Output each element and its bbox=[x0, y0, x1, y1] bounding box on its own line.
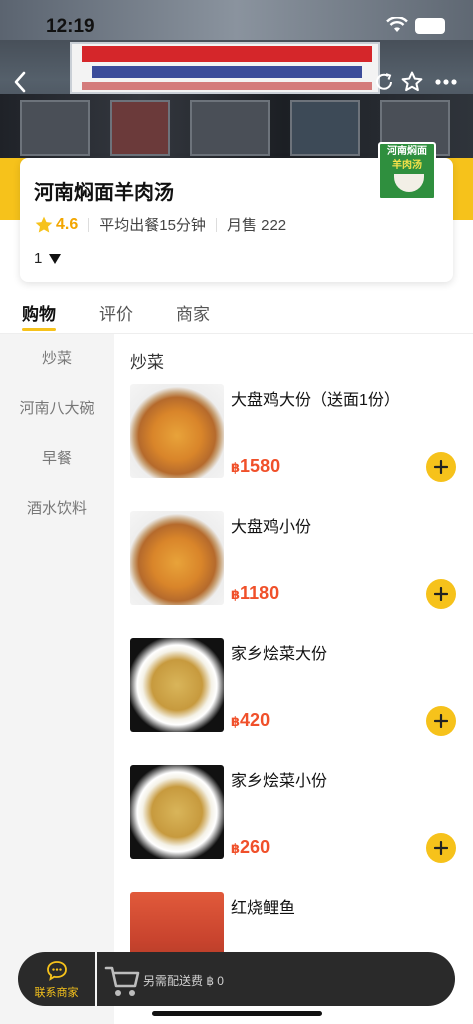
monthly-sales: 月售 222 bbox=[226, 217, 287, 234]
tab-active-indicator bbox=[22, 328, 56, 331]
sidebar-item-henan-bowls[interactable]: 河南八大碗 bbox=[0, 384, 114, 434]
shop-rating: 4.6 bbox=[56, 215, 79, 233]
more-dots-icon bbox=[435, 79, 457, 85]
sidebar-item-drinks[interactable]: 酒水饮料 bbox=[0, 484, 114, 534]
cart-bar[interactable]: 另需配送费 ฿ 0 bbox=[97, 952, 455, 1006]
cart-icon bbox=[104, 966, 140, 996]
app-root: 12:19 河南焖面羊肉汤 4.6 平均出餐15分钟 月售 222 1 河南焖面… bbox=[0, 0, 473, 1024]
dish-item[interactable]: 大盘鸡小份 ฿1180 bbox=[130, 511, 473, 631]
caret-down-icon bbox=[49, 253, 62, 264]
add-to-cart-button[interactable] bbox=[426, 833, 456, 863]
dish-price: ฿420 bbox=[231, 710, 271, 730]
tab-merchant[interactable]: 商家 bbox=[176, 300, 210, 325]
battery-icon bbox=[415, 18, 445, 34]
add-to-cart-button[interactable] bbox=[426, 579, 456, 609]
avg-prep-time: 平均出餐15分钟 bbox=[99, 217, 206, 234]
star-outline-icon bbox=[401, 71, 423, 92]
dish-item[interactable]: 大盘鸡大份（送面1份） ฿1580 bbox=[130, 384, 473, 504]
dish-name: 家乡烩菜大份 bbox=[231, 646, 328, 663]
add-to-cart-button[interactable] bbox=[426, 706, 456, 736]
delivery-fee-text: 另需配送费 ฿ 0 bbox=[143, 974, 224, 988]
dish-image bbox=[130, 384, 224, 478]
share-button[interactable] bbox=[370, 68, 398, 96]
tab-bar: 购物 评价 商家 bbox=[0, 296, 473, 334]
sidebar-item-stir-fry[interactable]: 炒菜 bbox=[0, 334, 114, 384]
plus-icon bbox=[434, 460, 448, 474]
favorite-button[interactable] bbox=[398, 68, 426, 96]
plus-icon bbox=[434, 714, 448, 728]
category-sidebar: 炒菜 河南八大碗 早餐 酒水饮料 bbox=[0, 334, 114, 1024]
dish-name: 红烧鲤鱼 bbox=[231, 900, 296, 917]
status-bar: 12:19 bbox=[0, 0, 473, 52]
shop-logo: 河南焖面 羊肉汤 bbox=[378, 142, 436, 200]
quantity-dropdown[interactable]: 1 bbox=[34, 250, 62, 267]
back-button[interactable] bbox=[6, 68, 34, 96]
tab-shopping[interactable]: 购物 bbox=[22, 300, 56, 325]
add-to-cart-button[interactable] bbox=[426, 452, 456, 482]
dish-image bbox=[130, 511, 224, 605]
section-title: 炒菜 bbox=[130, 353, 164, 372]
dish-name: 大盘鸡大份（送面1份） bbox=[231, 392, 400, 409]
dish-item[interactable]: 家乡烩菜小份 ฿260 bbox=[130, 765, 473, 885]
dish-item[interactable]: 家乡烩菜大份 ฿420 bbox=[130, 638, 473, 758]
sidebar-item-breakfast[interactable]: 早餐 bbox=[0, 434, 114, 484]
refresh-icon bbox=[376, 73, 392, 90]
plus-icon bbox=[434, 587, 448, 601]
logo-text-main: 河南焖面 bbox=[387, 146, 427, 157]
dish-image bbox=[130, 638, 224, 732]
dish-price: ฿260 bbox=[231, 837, 271, 857]
more-button[interactable] bbox=[432, 68, 460, 96]
logo-text-sub: 羊肉汤 bbox=[392, 160, 422, 171]
quantity-value: 1 bbox=[34, 250, 43, 267]
status-time: 12:19 bbox=[46, 16, 95, 37]
tab-reviews[interactable]: 评价 bbox=[99, 300, 133, 325]
star-icon bbox=[35, 216, 53, 232]
dish-name: 大盘鸡小份 bbox=[231, 519, 312, 536]
plus-icon bbox=[434, 841, 448, 855]
dish-name: 家乡烩菜小份 bbox=[231, 773, 328, 790]
chevron-left-icon bbox=[14, 71, 26, 93]
dish-price: ฿1580 bbox=[231, 456, 281, 476]
contact-merchant-button[interactable]: 联系商家 bbox=[18, 952, 95, 1006]
dish-image bbox=[130, 765, 224, 859]
menu-list: 炒菜 大盘鸡大份（送面1份） ฿1580 大盘鸡小份 ฿1180 家乡烩菜大份 … bbox=[114, 334, 473, 1024]
wifi-icon bbox=[386, 17, 408, 32]
home-indicator bbox=[152, 1011, 322, 1016]
chat-icon bbox=[47, 961, 67, 981]
shop-name: 河南焖面羊肉汤 bbox=[34, 182, 174, 204]
dish-price: ฿1180 bbox=[231, 583, 280, 603]
shop-stats: 4.6 平均出餐15分钟 月售 222 bbox=[34, 214, 286, 235]
contact-merchant-label: 联系商家 bbox=[34, 987, 79, 999]
